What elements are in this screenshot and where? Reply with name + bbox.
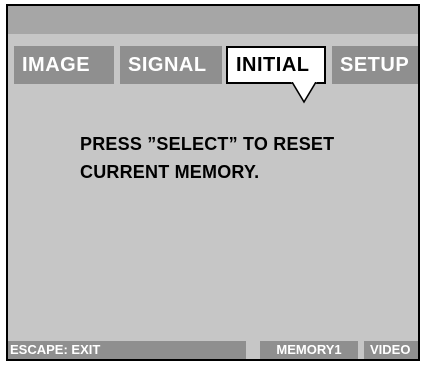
tab-setup[interactable]: SETUP [332, 46, 418, 84]
tab-pointer-icon [291, 82, 317, 104]
tab-image[interactable]: IMAGE [14, 46, 114, 84]
status-bar: ESCAPE: EXIT MEMORY1 VIDEO [8, 341, 418, 359]
message-line-2: CURRENT MEMORY. [80, 162, 260, 182]
reset-message: PRESS ”SELECT” TO RESET CURRENT MEMORY. [80, 130, 334, 186]
tab-signal[interactable]: SIGNAL [120, 46, 222, 84]
escape-exit-hint: ESCAPE: EXIT [8, 341, 246, 359]
message-line-1: PRESS ”SELECT” TO RESET [80, 134, 335, 154]
tab-initial[interactable]: INITIAL [226, 46, 326, 84]
osd-menu-panel: IMAGE SIGNAL INITIAL SETUP PRESS ”SELECT… [6, 4, 420, 361]
top-bar [8, 6, 418, 34]
input-source-indicator: VIDEO [364, 341, 418, 359]
memory-indicator: MEMORY1 [260, 341, 358, 359]
